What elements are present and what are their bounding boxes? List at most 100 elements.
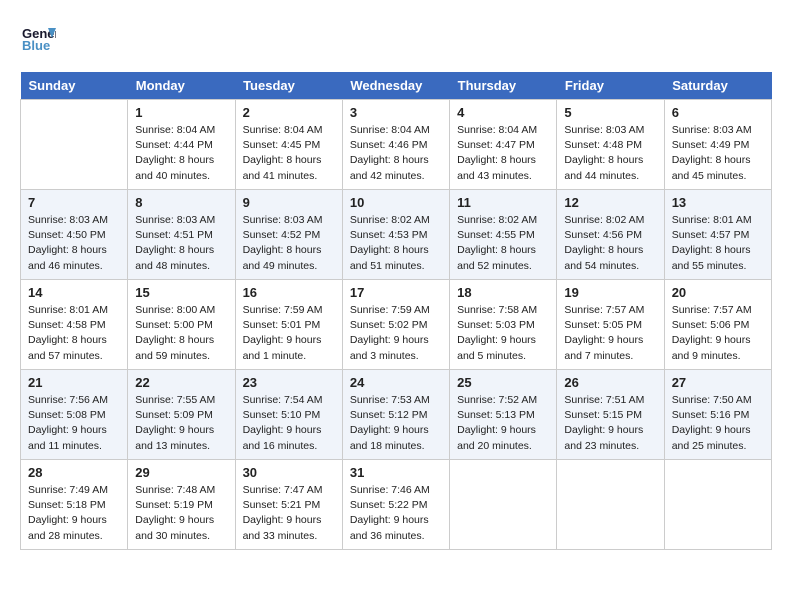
day-info: Sunrise: 7:53 AM Sunset: 5:12 PM Dayligh… (350, 393, 442, 454)
day-info: Sunrise: 8:04 AM Sunset: 4:44 PM Dayligh… (135, 123, 227, 184)
day-number: 14 (28, 285, 120, 300)
day-info: Sunrise: 7:59 AM Sunset: 5:02 PM Dayligh… (350, 303, 442, 364)
day-number: 17 (350, 285, 442, 300)
day-number: 9 (243, 195, 335, 210)
weekday-header-row: SundayMondayTuesdayWednesdayThursdayFrid… (21, 72, 772, 100)
day-info: Sunrise: 7:47 AM Sunset: 5:21 PM Dayligh… (243, 483, 335, 544)
weekday-header-wednesday: Wednesday (342, 72, 449, 100)
calendar-cell (21, 100, 128, 190)
day-number: 31 (350, 465, 442, 480)
day-info: Sunrise: 8:00 AM Sunset: 5:00 PM Dayligh… (135, 303, 227, 364)
calendar-table: SundayMondayTuesdayWednesdayThursdayFrid… (20, 72, 772, 550)
day-number: 20 (672, 285, 764, 300)
day-number: 15 (135, 285, 227, 300)
day-info: Sunrise: 8:03 AM Sunset: 4:52 PM Dayligh… (243, 213, 335, 274)
day-info: Sunrise: 8:03 AM Sunset: 4:50 PM Dayligh… (28, 213, 120, 274)
day-info: Sunrise: 7:58 AM Sunset: 5:03 PM Dayligh… (457, 303, 549, 364)
calendar-week-row: 7 Sunrise: 8:03 AM Sunset: 4:50 PM Daylig… (21, 190, 772, 280)
calendar-week-row: 14 Sunrise: 8:01 AM Sunset: 4:58 PM Dayli… (21, 280, 772, 370)
weekday-header-saturday: Saturday (664, 72, 771, 100)
day-number: 22 (135, 375, 227, 390)
day-number: 28 (28, 465, 120, 480)
day-info: Sunrise: 7:51 AM Sunset: 5:15 PM Dayligh… (564, 393, 656, 454)
day-info: Sunrise: 7:56 AM Sunset: 5:08 PM Dayligh… (28, 393, 120, 454)
day-info: Sunrise: 7:50 AM Sunset: 5:16 PM Dayligh… (672, 393, 764, 454)
day-number: 26 (564, 375, 656, 390)
calendar-cell: 13 Sunrise: 8:01 AM Sunset: 4:57 PM Dayli… (664, 190, 771, 280)
calendar-cell: 17 Sunrise: 7:59 AM Sunset: 5:02 PM Dayli… (342, 280, 449, 370)
day-info: Sunrise: 8:03 AM Sunset: 4:51 PM Dayligh… (135, 213, 227, 274)
weekday-header-friday: Friday (557, 72, 664, 100)
day-number: 1 (135, 105, 227, 120)
calendar-cell: 27Sunrise: 7:50 AM Sunset: 5:16 PM Dayli… (664, 370, 771, 460)
day-number: 5 (564, 105, 656, 120)
day-number: 8 (135, 195, 227, 210)
day-number: 6 (672, 105, 764, 120)
calendar-cell: 6 Sunrise: 8:03 AM Sunset: 4:49 PM Daylig… (664, 100, 771, 190)
calendar-cell: 29 Sunrise: 7:48 AM Sunset: 5:19 PM Dayli… (128, 460, 235, 550)
calendar-cell (664, 460, 771, 550)
weekday-header-monday: Monday (128, 72, 235, 100)
calendar-cell: 14 Sunrise: 8:01 AM Sunset: 4:58 PM Dayli… (21, 280, 128, 370)
calendar-cell: 24 Sunrise: 7:53 AM Sunset: 5:12 PM Dayli… (342, 370, 449, 460)
calendar-cell: 8 Sunrise: 8:03 AM Sunset: 4:51 PM Daylig… (128, 190, 235, 280)
calendar-week-row: 1 Sunrise: 8:04 AM Sunset: 4:44 PM Daylig… (21, 100, 772, 190)
day-info: Sunrise: 8:03 AM Sunset: 4:49 PM Dayligh… (672, 123, 764, 184)
calendar-cell: 19 Sunrise: 7:57 AM Sunset: 5:05 PM Dayli… (557, 280, 664, 370)
day-info: Sunrise: 8:01 AM Sunset: 4:58 PM Dayligh… (28, 303, 120, 364)
day-number: 16 (243, 285, 335, 300)
day-number: 18 (457, 285, 549, 300)
weekday-header-tuesday: Tuesday (235, 72, 342, 100)
calendar-cell: 31 Sunrise: 7:46 AM Sunset: 5:22 PM Dayli… (342, 460, 449, 550)
day-info: Sunrise: 8:01 AM Sunset: 4:57 PM Dayligh… (672, 213, 764, 274)
svg-text:Blue: Blue (22, 38, 50, 53)
day-info: Sunrise: 8:03 AM Sunset: 4:48 PM Dayligh… (564, 123, 656, 184)
calendar-cell: 3 Sunrise: 8:04 AM Sunset: 4:46 PM Daylig… (342, 100, 449, 190)
calendar-cell (557, 460, 664, 550)
day-number: 29 (135, 465, 227, 480)
calendar-cell: 1 Sunrise: 8:04 AM Sunset: 4:44 PM Daylig… (128, 100, 235, 190)
day-number: 13 (672, 195, 764, 210)
calendar-cell: 18 Sunrise: 7:58 AM Sunset: 5:03 PM Dayli… (450, 280, 557, 370)
day-info: Sunrise: 8:04 AM Sunset: 4:46 PM Dayligh… (350, 123, 442, 184)
calendar-cell: 15 Sunrise: 8:00 AM Sunset: 5:00 PM Dayli… (128, 280, 235, 370)
calendar-cell: 12 Sunrise: 8:02 AM Sunset: 4:56 PM Dayli… (557, 190, 664, 280)
calendar-cell: 30Sunrise: 7:47 AM Sunset: 5:21 PM Dayli… (235, 460, 342, 550)
day-number: 23 (243, 375, 335, 390)
day-info: Sunrise: 7:48 AM Sunset: 5:19 PM Dayligh… (135, 483, 227, 544)
calendar-cell: 2 Sunrise: 8:04 AM Sunset: 4:45 PM Daylig… (235, 100, 342, 190)
calendar-cell: 11Sunrise: 8:02 AM Sunset: 4:55 PM Dayli… (450, 190, 557, 280)
weekday-header-thursday: Thursday (450, 72, 557, 100)
day-number: 11 (457, 195, 549, 210)
calendar-cell: 16Sunrise: 7:59 AM Sunset: 5:01 PM Dayli… (235, 280, 342, 370)
calendar-cell: 21 Sunrise: 7:56 AM Sunset: 5:08 PM Dayli… (21, 370, 128, 460)
day-info: Sunrise: 7:52 AM Sunset: 5:13 PM Dayligh… (457, 393, 549, 454)
logo: General Blue (20, 20, 62, 56)
calendar-week-row: 21 Sunrise: 7:56 AM Sunset: 5:08 PM Dayli… (21, 370, 772, 460)
calendar-cell: 10Sunrise: 8:02 AM Sunset: 4:53 PM Dayli… (342, 190, 449, 280)
day-number: 7 (28, 195, 120, 210)
calendar-cell (450, 460, 557, 550)
day-info: Sunrise: 7:46 AM Sunset: 5:22 PM Dayligh… (350, 483, 442, 544)
calendar-cell: 9 Sunrise: 8:03 AM Sunset: 4:52 PM Daylig… (235, 190, 342, 280)
page-header: General Blue (20, 20, 772, 56)
day-info: Sunrise: 7:54 AM Sunset: 5:10 PM Dayligh… (243, 393, 335, 454)
day-info: Sunrise: 8:02 AM Sunset: 4:56 PM Dayligh… (564, 213, 656, 274)
day-info: Sunrise: 8:02 AM Sunset: 4:53 PM Dayligh… (350, 213, 442, 274)
calendar-cell: 7 Sunrise: 8:03 AM Sunset: 4:50 PM Daylig… (21, 190, 128, 280)
calendar-cell: 20Sunrise: 7:57 AM Sunset: 5:06 PM Dayli… (664, 280, 771, 370)
logo-icon: General Blue (20, 20, 56, 56)
day-number: 3 (350, 105, 442, 120)
day-number: 12 (564, 195, 656, 210)
calendar-cell: 26 Sunrise: 7:51 AM Sunset: 5:15 PM Dayli… (557, 370, 664, 460)
day-info: Sunrise: 7:57 AM Sunset: 5:05 PM Dayligh… (564, 303, 656, 364)
day-number: 2 (243, 105, 335, 120)
day-number: 24 (350, 375, 442, 390)
calendar-cell: 22Sunrise: 7:55 AM Sunset: 5:09 PM Dayli… (128, 370, 235, 460)
day-number: 25 (457, 375, 549, 390)
day-number: 19 (564, 285, 656, 300)
day-info: Sunrise: 8:04 AM Sunset: 4:45 PM Dayligh… (243, 123, 335, 184)
calendar-cell: 25 Sunrise: 7:52 AM Sunset: 5:13 PM Dayli… (450, 370, 557, 460)
calendar-cell: 5 Sunrise: 8:03 AM Sunset: 4:48 PM Daylig… (557, 100, 664, 190)
day-number: 21 (28, 375, 120, 390)
